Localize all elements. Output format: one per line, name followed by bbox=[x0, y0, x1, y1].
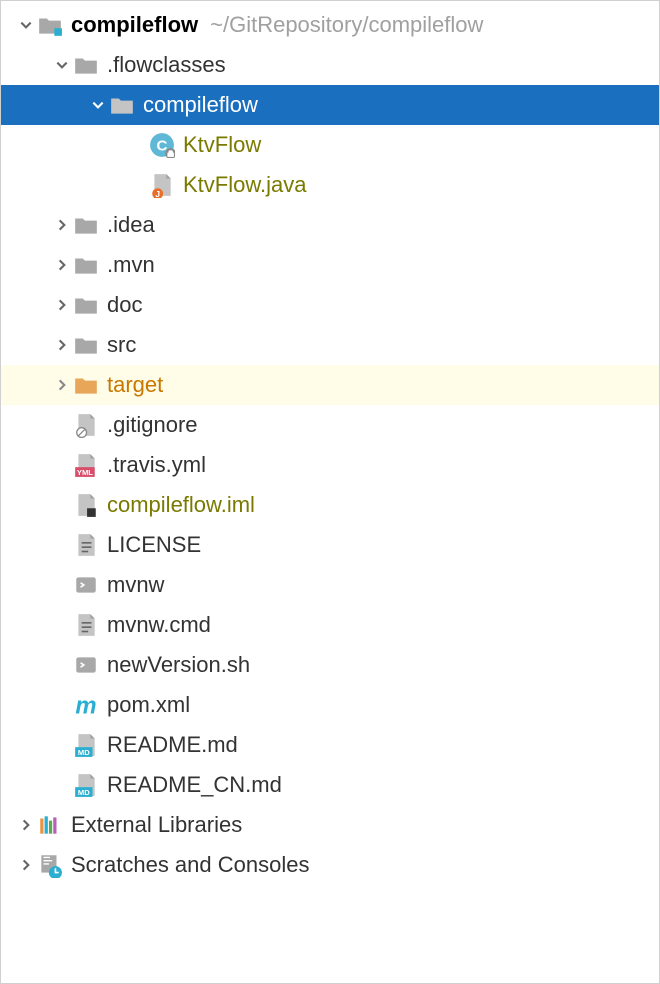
iml-file-icon bbox=[73, 492, 99, 518]
folder-icon bbox=[73, 212, 99, 238]
tree-item-target[interactable]: target bbox=[1, 365, 659, 405]
tree-item-newversion[interactable]: newVersion.sh bbox=[1, 645, 659, 685]
chevron-right-icon[interactable] bbox=[51, 294, 73, 316]
file-icon bbox=[73, 412, 99, 438]
chevron-down-icon[interactable] bbox=[15, 14, 37, 36]
tree-item-compileflow-inner[interactable]: compileflow bbox=[1, 85, 659, 125]
text-file-icon bbox=[73, 612, 99, 638]
chevron-right-icon[interactable] bbox=[51, 334, 73, 356]
item-label: KtvFlow.java bbox=[183, 172, 307, 198]
folder-icon bbox=[73, 292, 99, 318]
svg-text:m: m bbox=[75, 693, 96, 718]
maven-file-icon: m bbox=[73, 692, 99, 718]
item-label: target bbox=[107, 372, 163, 398]
tree-item-idea[interactable]: .idea bbox=[1, 205, 659, 245]
item-label: .idea bbox=[107, 212, 155, 238]
item-label: compileflow.iml bbox=[107, 492, 255, 518]
item-label: mvnw bbox=[107, 572, 164, 598]
tree-item-flowclasses[interactable]: .flowclasses bbox=[1, 45, 659, 85]
tree-item-external-libraries[interactable]: External Libraries bbox=[1, 805, 659, 845]
tree-item-travis[interactable]: YML .travis.yml bbox=[1, 445, 659, 485]
tree-item-ktvflow-java[interactable]: J KtvFlow.java bbox=[1, 165, 659, 205]
chevron-right-icon[interactable] bbox=[15, 854, 37, 876]
tree-item-readme-cn[interactable]: MD README_CN.md bbox=[1, 765, 659, 805]
class-icon: C bbox=[149, 132, 175, 158]
md-file-icon: MD bbox=[73, 732, 99, 758]
root-name: compileflow bbox=[71, 12, 198, 38]
item-label: .flowclasses bbox=[107, 52, 226, 78]
chevron-right-icon[interactable] bbox=[15, 814, 37, 836]
tree-item-readme[interactable]: MD README.md bbox=[1, 725, 659, 765]
tree-item-pom[interactable]: m pom.xml bbox=[1, 685, 659, 725]
project-tree: compileflow ~/GitRepository/compileflow … bbox=[1, 1, 659, 885]
folder-icon bbox=[73, 52, 99, 78]
chevron-right-icon[interactable] bbox=[51, 214, 73, 236]
tree-item-mvn[interactable]: .mvn bbox=[1, 245, 659, 285]
folder-icon bbox=[73, 372, 99, 398]
tree-item-doc[interactable]: doc bbox=[1, 285, 659, 325]
tree-item-ktvflow-class[interactable]: C KtvFlow bbox=[1, 125, 659, 165]
tree-item-mvnw-cmd[interactable]: mvnw.cmd bbox=[1, 605, 659, 645]
folder-icon bbox=[37, 12, 63, 38]
libraries-icon bbox=[37, 812, 63, 838]
item-label: README_CN.md bbox=[107, 772, 282, 798]
chevron-down-icon[interactable] bbox=[51, 54, 73, 76]
item-label: newVersion.sh bbox=[107, 652, 250, 678]
folder-icon bbox=[109, 92, 135, 118]
item-label: README.md bbox=[107, 732, 238, 758]
chevron-down-icon[interactable] bbox=[87, 94, 109, 116]
svg-text:J: J bbox=[155, 189, 160, 198]
item-label: .travis.yml bbox=[107, 452, 206, 478]
item-label: src bbox=[107, 332, 136, 358]
tree-item-scratches[interactable]: Scratches and Consoles bbox=[1, 845, 659, 885]
svg-text:YML: YML bbox=[77, 468, 93, 477]
item-label: .mvn bbox=[107, 252, 155, 278]
java-file-icon: J bbox=[149, 172, 175, 198]
sh-file-icon bbox=[73, 652, 99, 678]
tree-item-gitignore[interactable]: .gitignore bbox=[1, 405, 659, 445]
svg-text:MD: MD bbox=[78, 748, 90, 757]
folder-icon bbox=[73, 252, 99, 278]
tree-item-license[interactable]: LICENSE bbox=[1, 525, 659, 565]
item-label: pom.xml bbox=[107, 692, 190, 718]
sh-file-icon bbox=[73, 572, 99, 598]
md-file-icon: MD bbox=[73, 772, 99, 798]
tree-item-iml[interactable]: compileflow.iml bbox=[1, 485, 659, 525]
svg-text:MD: MD bbox=[78, 788, 90, 797]
scratches-icon bbox=[37, 852, 63, 878]
folder-icon bbox=[73, 332, 99, 358]
root-path: ~/GitRepository/compileflow bbox=[210, 12, 483, 38]
tree-item-src[interactable]: src bbox=[1, 325, 659, 365]
item-label: compileflow bbox=[143, 92, 258, 118]
chevron-right-icon[interactable] bbox=[51, 374, 73, 396]
item-label: mvnw.cmd bbox=[107, 612, 211, 638]
item-label: Scratches and Consoles bbox=[71, 852, 309, 878]
tree-item-mvnw[interactable]: mvnw bbox=[1, 565, 659, 605]
item-label: .gitignore bbox=[107, 412, 198, 438]
item-label: External Libraries bbox=[71, 812, 242, 838]
item-label: doc bbox=[107, 292, 142, 318]
chevron-right-icon[interactable] bbox=[51, 254, 73, 276]
yml-file-icon: YML bbox=[73, 452, 99, 478]
item-label: KtvFlow bbox=[183, 132, 261, 158]
item-label: LICENSE bbox=[107, 532, 201, 558]
tree-root-row[interactable]: compileflow ~/GitRepository/compileflow bbox=[1, 5, 659, 45]
text-file-icon bbox=[73, 532, 99, 558]
